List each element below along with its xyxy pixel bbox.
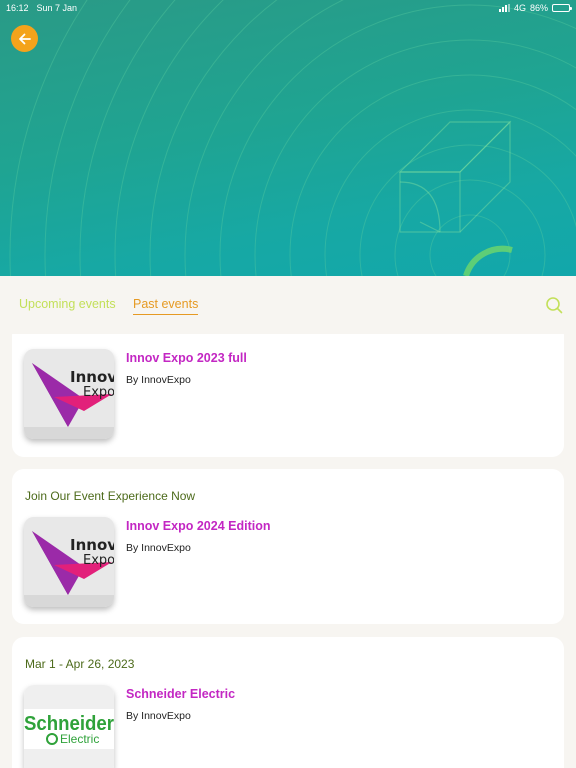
status-date: Sun 7 Jan	[36, 3, 78, 13]
search-icon[interactable]	[545, 296, 563, 314]
tab-past-events[interactable]: Past events	[133, 297, 199, 315]
logo-text-line2: Expo	[83, 553, 114, 568]
battery-icon	[552, 4, 572, 12]
event-organizer: By InnovExpo	[126, 542, 191, 554]
event-tabs: Upcoming events Past events	[0, 276, 576, 334]
logo-text-line2: Expo	[83, 385, 114, 400]
event-card[interactable]: Join Our Event Experience Now Innov Expo…	[12, 469, 564, 624]
status-time: 16:12	[6, 3, 29, 13]
event-card[interactable]: Innov Expo Innov Expo 2023 full By Innov…	[12, 334, 564, 457]
event-title: Schneider Electric	[126, 687, 236, 701]
network-type: 4G	[513, 3, 526, 13]
event-date: Mar 1 - Apr 26, 2023	[25, 657, 135, 671]
event-thumbnail: Innov Expo	[24, 349, 114, 439]
arrow-left-icon	[18, 33, 31, 44]
event-organizer: By InnovExpo	[126, 374, 191, 386]
event-card[interactable]: Mar 1 - Apr 26, 2023 Schneider Electric …	[12, 637, 564, 768]
header-background-graphic	[9, 0, 576, 276]
header-banner: 16:12 Sun 7 Jan 4G 86%	[0, 0, 576, 276]
innov-expo-logo: Innov Expo	[24, 349, 114, 439]
status-bar: 16:12 Sun 7 Jan 4G 86%	[0, 0, 576, 16]
innov-expo-logo: Innov Expo	[24, 517, 114, 607]
event-title: Innov Expo 2023 full	[126, 351, 247, 365]
event-thumbnail: Innov Expo	[24, 517, 114, 607]
battery-percent: 86%	[529, 3, 548, 13]
logo-text-line1: Innov	[70, 368, 114, 386]
event-list: Innov Expo Innov Expo 2023 full By Innov…	[0, 334, 576, 768]
logo-text-line2: Electric	[60, 732, 99, 746]
logo-text-line1: Innov	[70, 536, 114, 554]
tab-upcoming-events[interactable]: Upcoming events	[19, 297, 116, 311]
schneider-electric-logo: Schneider Electric	[24, 685, 114, 768]
event-thumbnail: Schneider Electric	[24, 685, 114, 768]
event-date: Join Our Event Experience Now	[25, 489, 196, 503]
back-button[interactable]	[11, 25, 38, 52]
signal-icon	[498, 4, 510, 12]
event-title: Innov Expo 2024 Edition	[126, 519, 271, 533]
event-organizer: By InnovExpo	[126, 710, 191, 722]
